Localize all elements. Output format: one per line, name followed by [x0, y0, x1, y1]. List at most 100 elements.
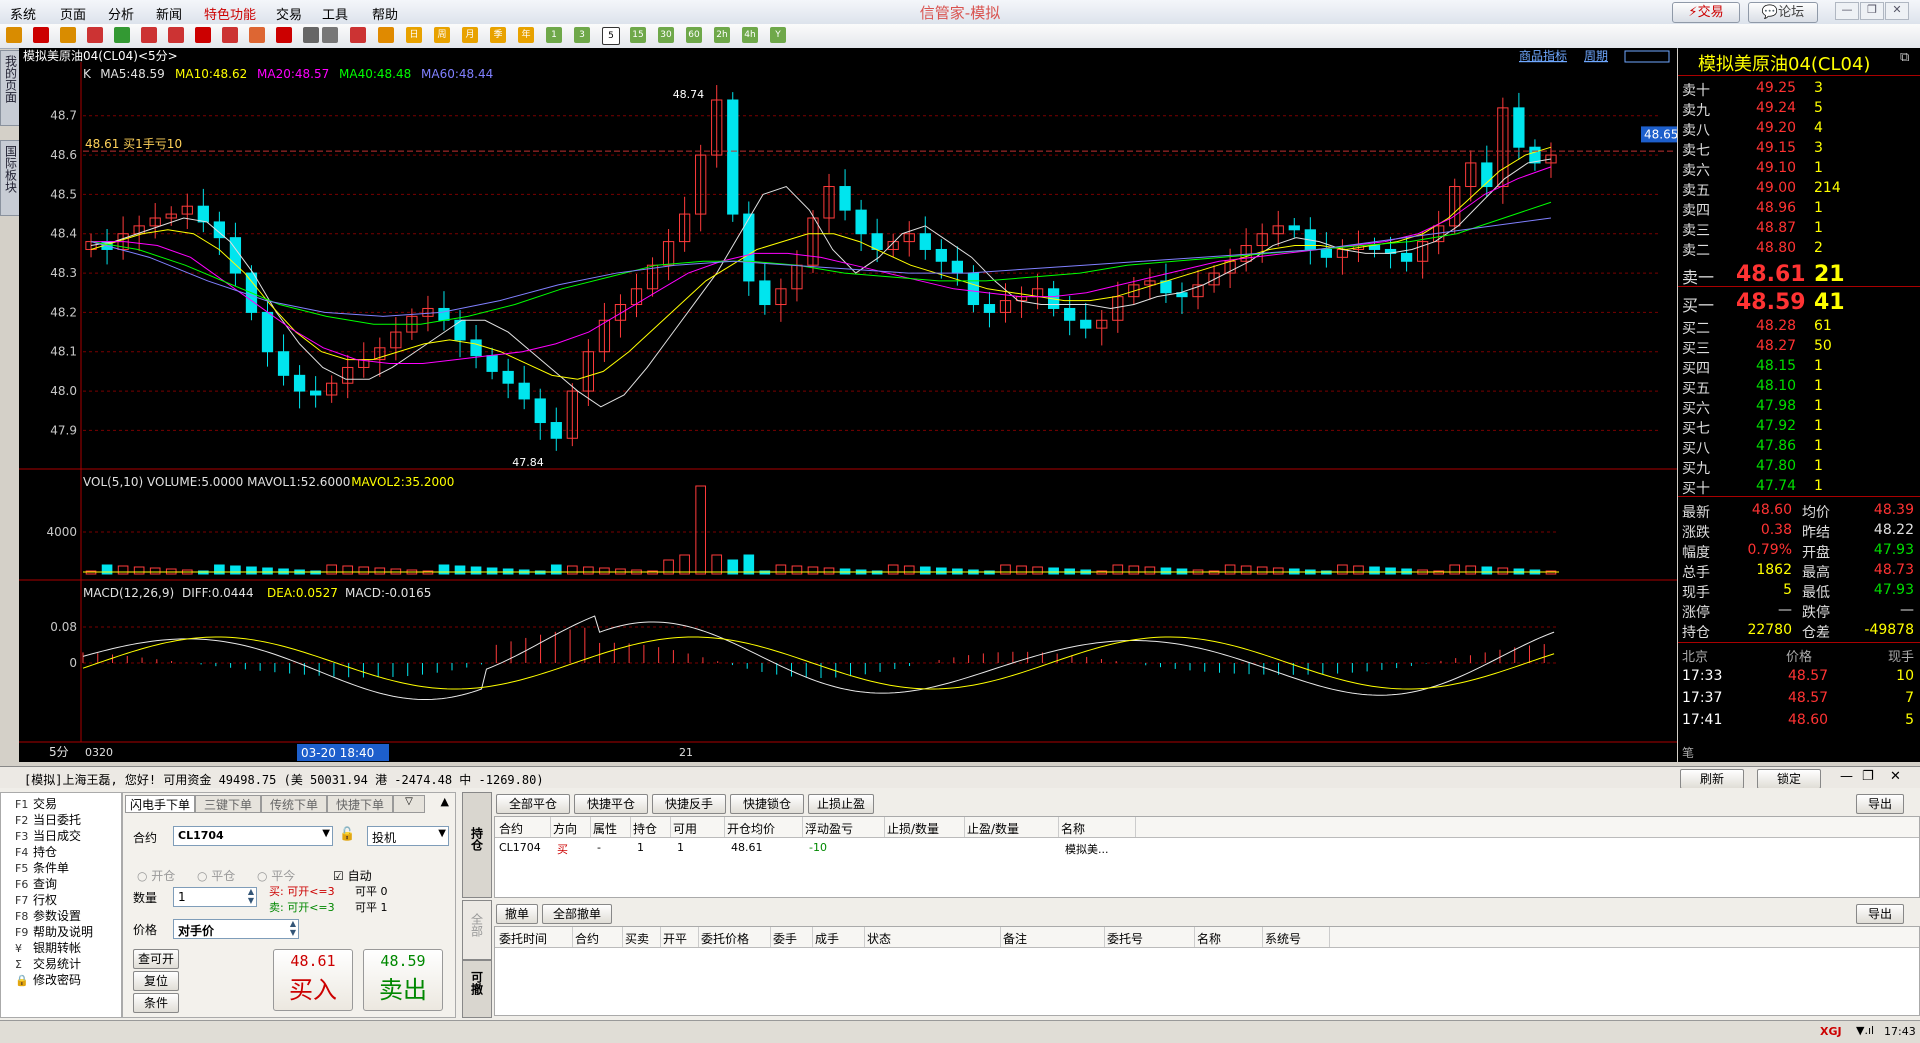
period-button-6[interactable]: 3	[574, 27, 590, 43]
period-button-7[interactable]: 5	[602, 27, 620, 45]
bid-row[interactable]: 买三 48.27 50	[1678, 336, 1920, 357]
ask-row[interactable]: 卖十 49.25 3	[1678, 78, 1920, 99]
close-icon[interactable]: ✕	[1885, 2, 1909, 20]
period-link[interactable]: 周期	[1584, 49, 1608, 63]
period-button-4[interactable]: 年	[518, 27, 534, 43]
menu-item-0[interactable]: 系统	[10, 4, 36, 23]
home-icon[interactable]	[33, 27, 49, 43]
restore-icon[interactable]: ❐	[1860, 2, 1884, 20]
expand-icon[interactable]: ⧉	[1900, 50, 1909, 65]
minimize-icon[interactable]: —	[1840, 769, 1853, 784]
chart-canvas[interactable]: 48.7 48.6 48.5 48.4 48.3 48.2 48.1 48.0 47.9 模拟美原…	[19, 48, 1677, 762]
pen-icon[interactable]	[222, 27, 238, 43]
tab-my-page[interactable]: 我的页面	[0, 50, 20, 126]
period-button-9[interactable]: 30	[658, 27, 674, 43]
trade-button[interactable]: ⚡交易	[1672, 2, 1740, 23]
ask-row[interactable]: 卖八 49.20 4	[1678, 118, 1920, 139]
period-button-10[interactable]: 60	[686, 27, 702, 43]
positions-column-header[interactable]: 方向	[553, 820, 577, 837]
orders-column-header[interactable]: 名称	[1197, 930, 1221, 947]
period-button-1[interactable]: 周	[434, 27, 450, 43]
function-item-3[interactable]: F4 持仓	[15, 843, 57, 860]
order-tab-2[interactable]: 传统下单	[261, 795, 327, 813]
ask-row[interactable]: 卖二 48.80 2	[1678, 238, 1920, 259]
orders-column-header[interactable]: 开平	[663, 930, 687, 947]
grid-icon[interactable]	[322, 27, 338, 43]
back-icon[interactable]	[6, 27, 22, 43]
period-button-13[interactable]: Y	[770, 27, 786, 43]
order-tab-0[interactable]: 闪电手下单	[125, 795, 195, 813]
order-tab-3[interactable]: 快捷下单	[327, 795, 393, 813]
ask-row[interactable]: 卖一 48.61 21	[1678, 262, 1920, 288]
order-tab-1[interactable]: 三键下单	[195, 795, 261, 813]
ticks-footer-label[interactable]: 笔	[1682, 744, 1694, 761]
positions-action-0[interactable]: 全部平仓	[496, 794, 570, 814]
bid-row[interactable]: 买六 47.98 1	[1678, 396, 1920, 417]
period-button-8[interactable]: 15	[630, 27, 646, 43]
positions-column-header[interactable]: 合约	[499, 820, 523, 837]
positions-column-header[interactable]: 止盈/数量	[967, 820, 1019, 837]
ask-row[interactable]: 卖三 48.87 1	[1678, 218, 1920, 239]
close-radio[interactable]: ○ 平仓	[197, 867, 235, 884]
ask-row[interactable]: 卖九 49.24 5	[1678, 98, 1920, 119]
bid-row[interactable]: 买七 47.92 1	[1678, 416, 1920, 437]
positions-action-2[interactable]: 快捷反手	[652, 794, 726, 814]
function-item-11[interactable]: 🔒 修改密码	[15, 971, 81, 988]
tick-icon[interactable]	[378, 27, 394, 43]
tab-intl-board[interactable]: 国际板块	[0, 140, 20, 216]
ask-row[interactable]: 卖四 48.96 1	[1678, 198, 1920, 219]
orders-action-0[interactable]: 撤单	[496, 904, 538, 924]
ask-row[interactable]: 卖七 49.15 3	[1678, 138, 1920, 159]
refresh-icon[interactable]	[114, 27, 130, 43]
orders-column-header[interactable]: 系统号	[1265, 930, 1301, 947]
menu-item-3[interactable]: 新闻	[156, 4, 182, 23]
ask-row[interactable]: 卖五 49.00 214	[1678, 178, 1920, 199]
auto-checkbox[interactable]: ☑ 自动	[333, 867, 372, 884]
function-item-10[interactable]: Σ 交易统计	[15, 955, 81, 972]
bid-row[interactable]: 买二 48.28 61	[1678, 316, 1920, 337]
period-button-0[interactable]: 日	[406, 27, 422, 43]
condition-button[interactable]: 条件	[133, 993, 179, 1013]
positions-column-header[interactable]: 可用	[673, 820, 697, 837]
qty-stepper[interactable]: 1 ▲ ▼	[173, 887, 257, 907]
more-tabs-button[interactable]: ▽	[393, 795, 425, 813]
orders-column-header[interactable]: 委托号	[1107, 930, 1143, 947]
spinner-icon[interactable]: ▲ ▼	[290, 919, 296, 937]
menu-item-6[interactable]: 工具	[322, 4, 348, 23]
menu-item-1[interactable]: 页面	[60, 4, 86, 23]
function-item-7[interactable]: F8 参数设置	[15, 907, 81, 924]
draw-icon[interactable]	[249, 27, 265, 43]
paint-icon[interactable]	[276, 27, 292, 43]
forum-button[interactable]: 💬论坛	[1748, 2, 1818, 23]
restore-icon[interactable]: ❐	[1862, 769, 1874, 784]
product-indicator-link[interactable]: 商品指标	[1519, 48, 1567, 63]
bid-row[interactable]: 买八 47.86 1	[1678, 436, 1920, 457]
bid-row[interactable]: 买九 47.80 1	[1678, 456, 1920, 477]
hedge-select[interactable]: 投机 ▼	[367, 826, 449, 846]
open-radio[interactable]: ○ 开仓	[137, 867, 175, 884]
menu-item-4[interactable]: 特色功能	[204, 4, 256, 23]
menu-item-7[interactable]: 帮助	[372, 4, 398, 23]
search-icon[interactable]	[168, 27, 184, 43]
unlock-icon[interactable]: 🔓	[339, 827, 355, 842]
sell-button[interactable]: 48.59 卖出	[363, 949, 443, 1011]
orders-column-header[interactable]: 委托价格	[701, 930, 749, 947]
filter-icon[interactable]	[303, 27, 319, 43]
close-today-radio[interactable]: ○ 平今	[257, 867, 295, 884]
orders-column-header[interactable]: 备注	[1003, 930, 1027, 947]
orders-action-1[interactable]: 全部撤单	[542, 904, 612, 924]
kline-chart[interactable]: 48.7 48.6 48.5 48.4 48.3 48.2 48.1 48.0 47.9 模拟美原…	[19, 48, 1677, 762]
orders-column-header[interactable]: 状态	[867, 930, 891, 947]
function-item-4[interactable]: F5 条件单	[15, 859, 69, 876]
function-item-9[interactable]: ¥ 银期转帐	[15, 939, 81, 956]
export-orders-button[interactable]: 导出	[1856, 904, 1904, 924]
orders-column-header[interactable]: 买卖	[625, 930, 649, 947]
period-button-5[interactable]: 1	[546, 27, 562, 43]
zoom-icon[interactable]	[195, 27, 211, 43]
orders-column-header[interactable]: 成手	[815, 930, 839, 947]
export-positions-button[interactable]: 导出	[1856, 794, 1904, 814]
collapse-icon[interactable]: ▲	[441, 795, 449, 808]
tab-cancelable[interactable]: 可撤	[462, 960, 492, 1018]
spinner-icon[interactable]: ▲ ▼	[248, 887, 254, 905]
function-item-5[interactable]: F6 查询	[15, 875, 57, 892]
